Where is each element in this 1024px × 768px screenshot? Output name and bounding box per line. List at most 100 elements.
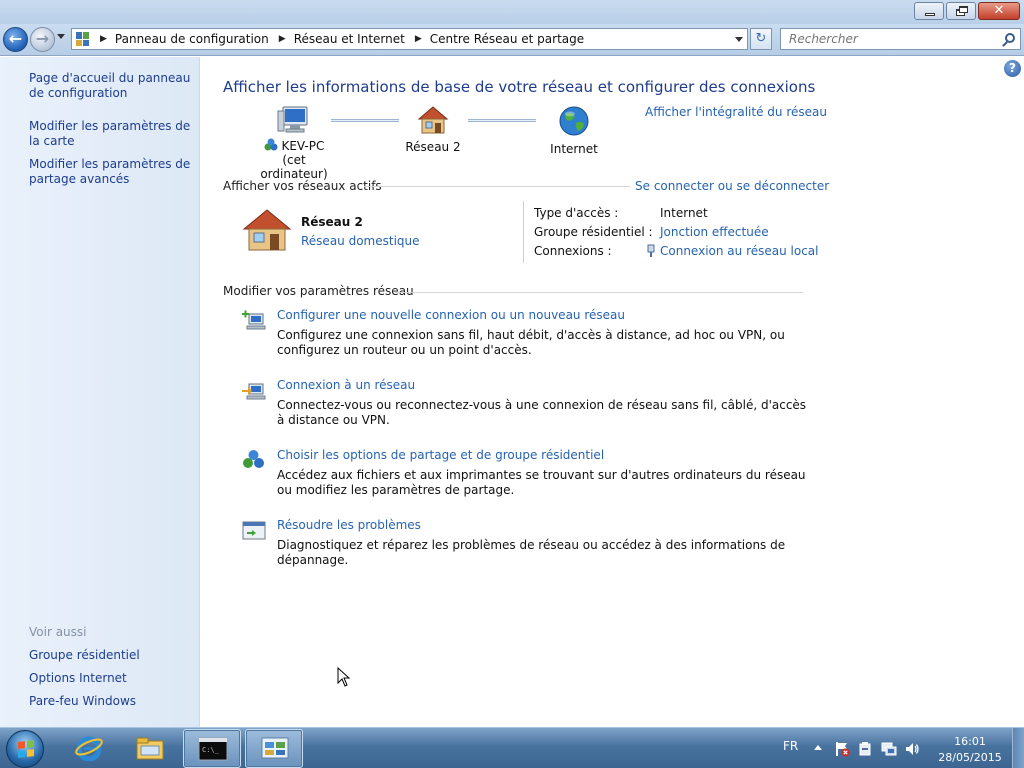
connections-label: Connexions : (534, 244, 612, 258)
network-type-link[interactable]: Réseau domestique (301, 234, 420, 248)
volume-icon[interactable] (904, 741, 920, 757)
window-titlebar: ✕ (0, 0, 1024, 24)
connect-network-link[interactable]: Connexion à un réseau (277, 378, 415, 392)
forward-button[interactable]: → (30, 27, 55, 52)
mouse-cursor-icon (337, 667, 351, 687)
search-input[interactable] (781, 29, 991, 49)
map-node-internet[interactable]: Internet (534, 105, 614, 156)
taskbar-internet-explorer[interactable] (60, 729, 118, 768)
action-center-flag-icon[interactable] (834, 741, 850, 757)
section-divider (395, 292, 803, 293)
breadcrumb-network-sharing-center[interactable]: Centre Réseau et partage (430, 32, 584, 46)
sharing-options-link[interactable]: Choisir les options de partage et de gro… (277, 448, 604, 462)
breadcrumb-separator-icon[interactable]: ▶ (415, 34, 422, 44)
start-button[interactable] (6, 730, 44, 768)
close-button[interactable]: ✕ (978, 2, 1020, 20)
sidebar-link-windows-firewall[interactable]: Pare-feu Windows (29, 694, 194, 709)
windows-logo-icon (18, 740, 34, 758)
access-type-value: Internet (660, 206, 708, 220)
internet-globe-icon (559, 106, 589, 136)
taskbar-control-panel[interactable] (245, 729, 303, 768)
connect-network-description: Connectez-vous ou reconnectez-vous à une… (277, 398, 807, 427)
network-users-icon (264, 138, 278, 151)
taskbar: C:\_ FR 16:01 28/05/2015 (0, 727, 1024, 768)
map-node-computer[interactable]: KEV-PC (cet ordinateur) (249, 105, 339, 181)
close-icon: ✕ (993, 3, 1005, 18)
map-connector-line (468, 119, 536, 122)
windows-explorer-icon (136, 737, 164, 760)
breadcrumb-separator-icon[interactable]: ▶ (279, 34, 286, 44)
sidebar-link-homegroup[interactable]: Groupe résidentiel (29, 648, 194, 663)
taskbar-command-prompt[interactable]: C:\_ (183, 729, 241, 768)
left-navigation-pane: Page d'accueil du panneau de configurati… (0, 57, 200, 727)
minimize-icon (925, 13, 935, 16)
computer-icon (277, 106, 308, 133)
safely-remove-hardware-icon[interactable] (857, 741, 873, 757)
troubleshoot-description: Diagnostiquez et réparez les problèmes d… (277, 538, 786, 567)
access-type-label: Type d'accès : (534, 206, 619, 220)
ethernet-connection-icon (647, 244, 655, 257)
navigation-bar: ← → ▶ Panneau de configuration ▶ Réseau … (0, 24, 1024, 56)
home-network-large-icon (242, 209, 292, 251)
show-desktop-button[interactable] (1012, 728, 1024, 768)
clock-date: 28/05/2015 (938, 751, 1002, 764)
active-network-name: Réseau 2 (301, 215, 363, 229)
troubleshoot-link[interactable]: Résoudre les problèmes (277, 518, 421, 532)
sidebar-link-change-adapter-settings[interactable]: Modifier les paramètres de la carte (29, 119, 194, 149)
active-networks-heading: Afficher vos réseaux actifs (223, 179, 382, 193)
sharing-options-description: Accédez aux fichiers et aux imprimantes … (277, 468, 806, 497)
command-prompt-icon: C:\_ (198, 737, 228, 761)
see-also-heading: Voir aussi (29, 625, 87, 639)
restore-button[interactable] (946, 2, 976, 20)
local-area-connection-link[interactable]: Connexion au réseau local (660, 244, 819, 258)
main-content: ? Afficher les informations de base de v… (201, 57, 1024, 727)
page-title: Afficher les informations de base de vot… (223, 78, 816, 96)
control-panel-icon (261, 737, 289, 759)
homegroup-joined-link[interactable]: Jonction effectuée (660, 225, 769, 239)
help-icon[interactable]: ? (1004, 60, 1021, 77)
refresh-button[interactable]: ↻ (750, 28, 772, 50)
connect-disconnect-link[interactable]: Se connecter ou se déconnecter (635, 179, 829, 193)
home-network-icon (417, 106, 449, 134)
address-dropdown-icon[interactable] (735, 37, 743, 42)
sidebar-link-control-panel-home[interactable]: Page d'accueil du panneau de configurati… (29, 71, 194, 101)
view-full-map-link[interactable]: Afficher l'intégralité du réseau (645, 105, 827, 119)
taskbar-windows-explorer[interactable] (121, 729, 179, 768)
sidebar-link-advanced-sharing-settings[interactable]: Modifier les paramètres de partage avanc… (29, 157, 194, 187)
breadcrumb-separator-icon[interactable]: ▶ (100, 34, 107, 44)
address-bar[interactable]: ▶ Panneau de configuration ▶ Réseau et I… (71, 28, 748, 50)
internet-explorer-icon (75, 736, 103, 761)
window-controls: ✕ (914, 2, 1020, 20)
breadcrumb-network-internet[interactable]: Réseau et Internet (294, 32, 405, 46)
restore-icon-back (959, 6, 968, 13)
vertical-divider (523, 201, 524, 263)
setup-connection-description: Configurez une connexion sans fil, haut … (277, 328, 785, 357)
clock-time: 16:01 (954, 735, 986, 748)
homegroup-sharing-icon (243, 450, 264, 468)
forward-arrow-icon: → (35, 29, 50, 48)
setup-connection-link[interactable]: Configurer une nouvelle connexion ou un … (277, 308, 625, 322)
section-divider (364, 186, 630, 187)
computer-caption: (cet ordinateur) (260, 153, 328, 181)
connect-to-network-icon (242, 383, 266, 400)
language-indicator[interactable]: FR (783, 739, 798, 753)
troubleshoot-icon (242, 521, 266, 540)
breadcrumb-control-panel[interactable]: Panneau de configuration (115, 32, 269, 46)
back-arrow-icon: ← (8, 29, 23, 48)
map-connector-line (331, 119, 399, 122)
recent-pages-dropdown[interactable] (57, 34, 65, 39)
change-settings-heading: Modifier vos paramètres réseau (223, 284, 414, 298)
map-network-name: Réseau 2 (405, 140, 461, 154)
network-status-icon[interactable] (881, 741, 897, 757)
show-hidden-icons-button[interactable] (814, 745, 822, 750)
sidebar-link-internet-options[interactable]: Options Internet (29, 671, 194, 686)
system-clock[interactable]: 16:01 28/05/2015 (930, 734, 1010, 766)
back-button[interactable]: ← (3, 27, 28, 52)
refresh-icon: ↻ (755, 31, 767, 46)
control-panel-icon (76, 32, 90, 46)
search-icon[interactable] (1005, 33, 1015, 43)
map-node-network[interactable]: Réseau 2 (397, 105, 469, 154)
computer-name: KEV-PC (281, 139, 325, 153)
minimize-button[interactable] (914, 2, 944, 20)
search-box[interactable] (780, 28, 1021, 50)
